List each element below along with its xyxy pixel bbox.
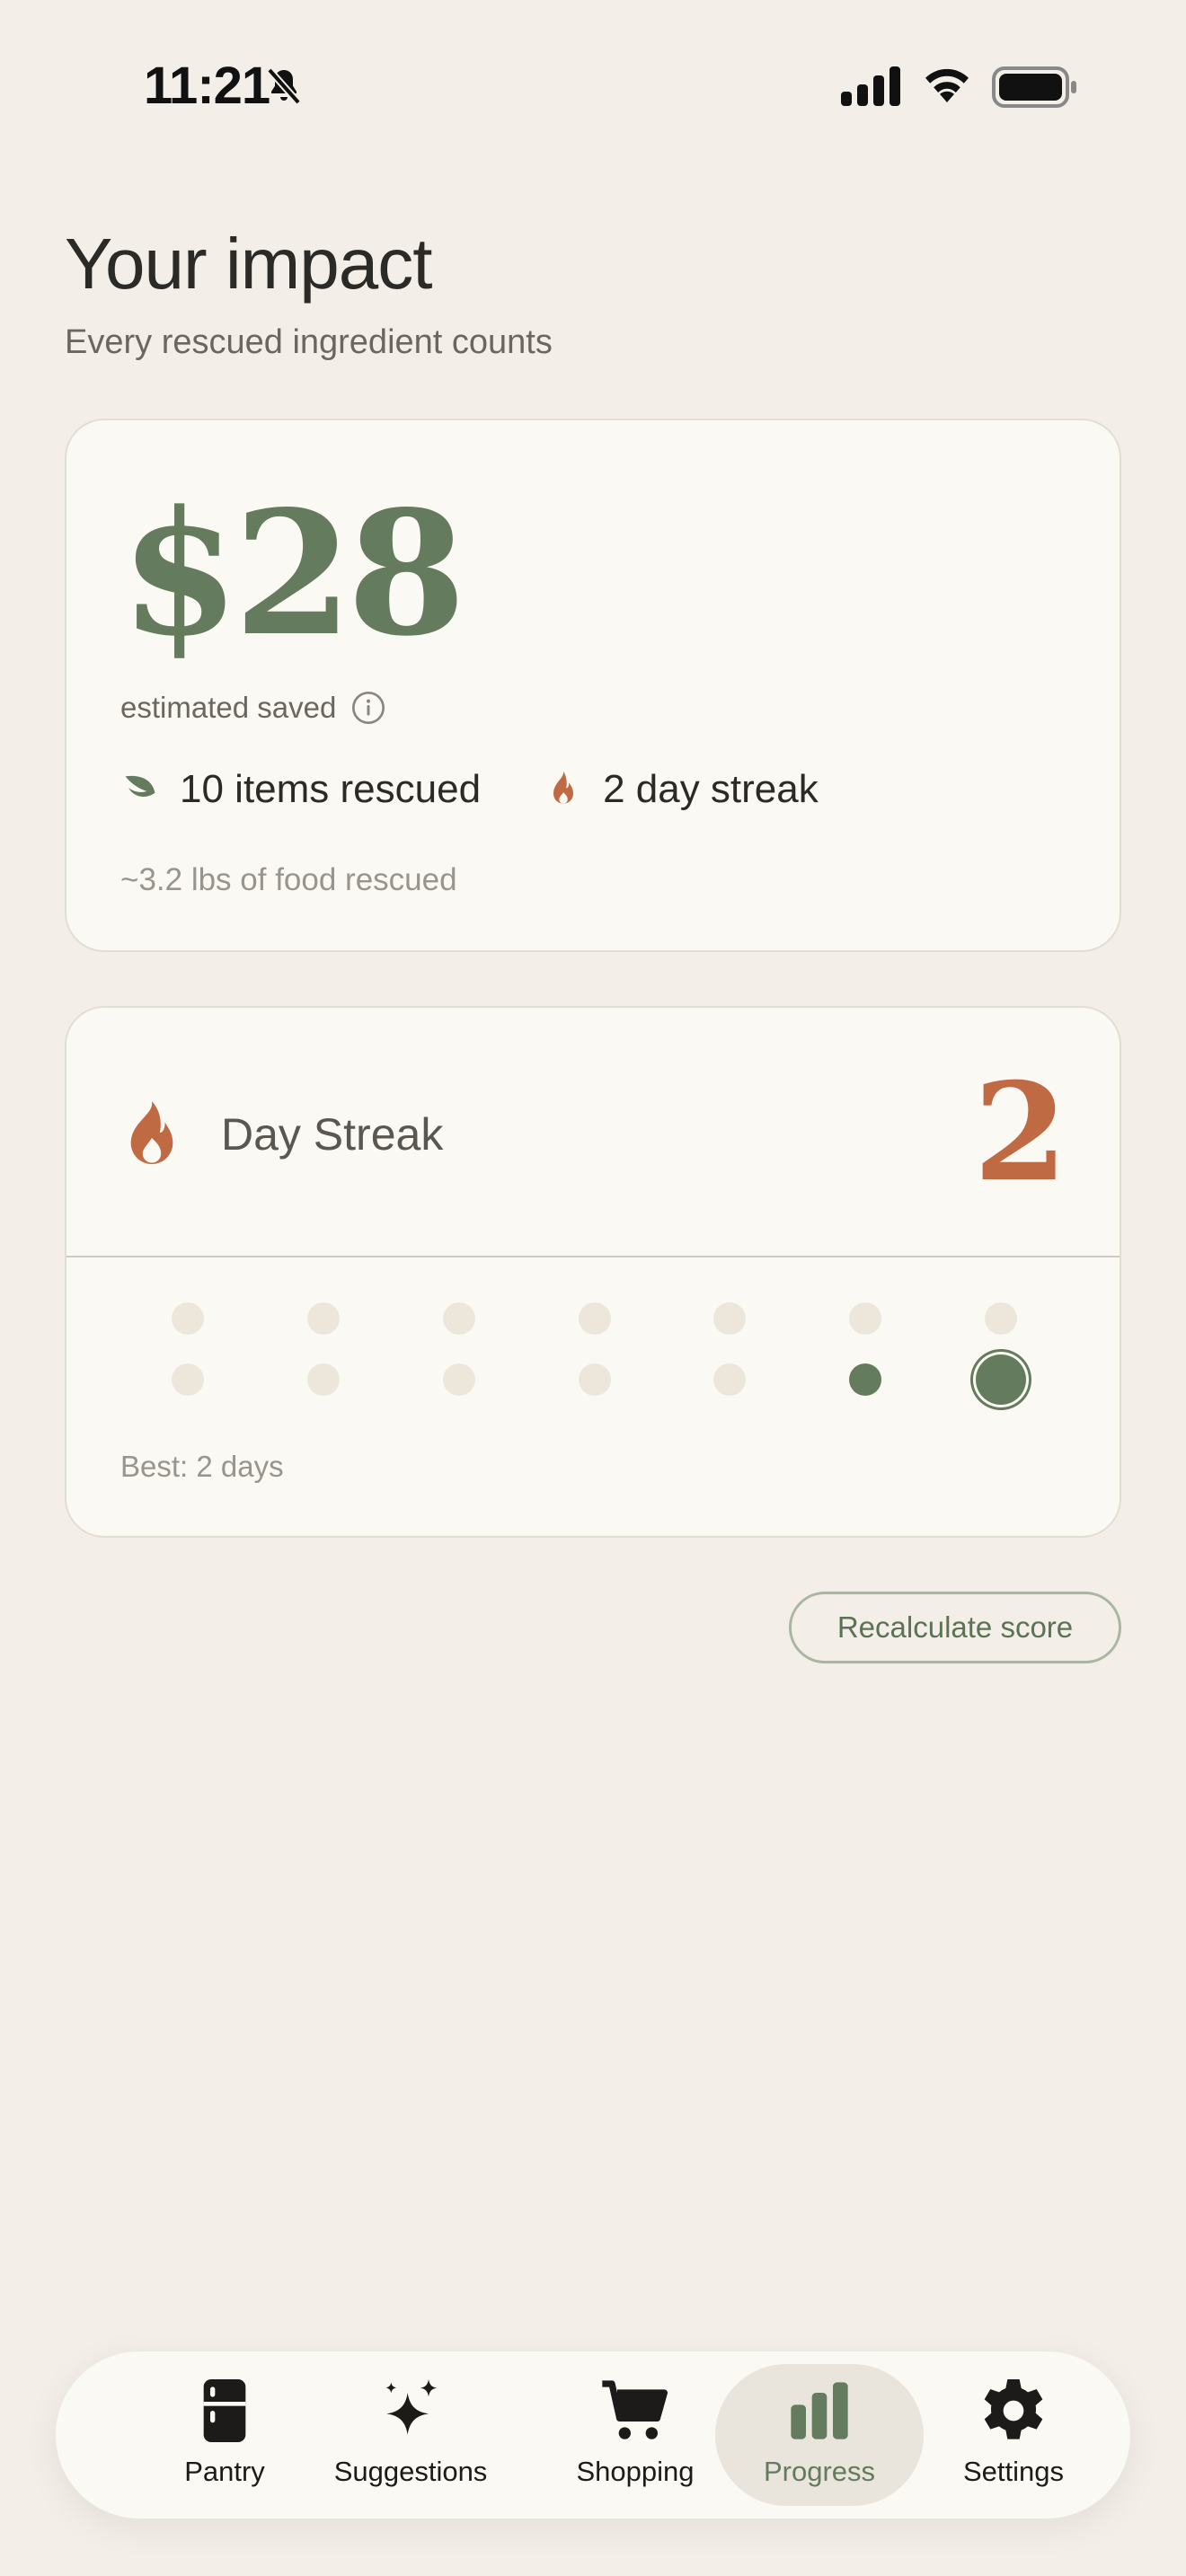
streak-day-dot <box>307 1302 340 1335</box>
impact-card: $28 estimated saved 10 items rescued 2 d… <box>65 419 1121 952</box>
cart-icon <box>602 2380 668 2439</box>
items-rescued-label: 10 items rescued <box>180 767 482 811</box>
saved-amount: $28 <box>120 473 466 674</box>
streak-day-dot <box>579 1302 611 1335</box>
streak-card: Day Streak 2 Best: 2 days <box>65 1006 1121 1538</box>
streak-day-dot <box>172 1302 204 1335</box>
streak-summary-label: 2 day streak <box>603 767 819 811</box>
status-bar: 11:21 <box>0 0 1186 171</box>
page-subtitle: Every rescued ingredient counts <box>65 323 553 361</box>
tab-label: Shopping <box>576 2456 695 2487</box>
streak-day-dot <box>443 1363 475 1396</box>
bell-muted-icon <box>267 67 301 105</box>
streak-day-dot <box>307 1363 340 1396</box>
signal-icon <box>841 66 900 106</box>
food-rescued-note: ~3.2 lbs of food rescued <box>120 862 457 897</box>
best-streak-label: Best: 2 days <box>120 1450 284 1483</box>
page-title: Your impact <box>65 224 432 304</box>
estimated-row: estimated saved <box>120 690 386 726</box>
streak-day-dot <box>985 1302 1017 1335</box>
tab-settings[interactable]: Settings <box>924 2351 1103 2519</box>
streak-day-dot <box>849 1302 881 1335</box>
streak-day-dot <box>713 1363 746 1396</box>
estimated-label: estimated saved <box>120 691 337 724</box>
sparkles-icon <box>385 2379 438 2435</box>
tab-label: Progress <box>763 2456 876 2487</box>
streak-day-today <box>976 1354 1026 1405</box>
streak-summary-stat: 2 day streak <box>544 767 819 812</box>
stats-row: 10 items rescued 2 day streak <box>120 767 881 812</box>
leaf-icon <box>125 775 155 798</box>
streak-day-dot <box>172 1363 204 1396</box>
streak-day-dot <box>849 1363 881 1396</box>
tab-shopping[interactable]: Shopping <box>523 2351 748 2519</box>
fridge-icon <box>203 2379 246 2442</box>
info-icon[interactable] <box>350 690 386 726</box>
streak-day-dot <box>443 1302 475 1335</box>
status-time: 11:21 <box>144 57 270 115</box>
wifi-icon <box>925 68 969 102</box>
gear-icon <box>984 2379 1043 2439</box>
impact-screen: 11:21 Your impact Every rescued ingredie… <box>0 0 1186 2576</box>
bar-chart-icon <box>791 2382 848 2439</box>
tab-label: Settings <box>962 2456 1064 2487</box>
tab-suggestions[interactable]: Suggestions <box>298 2351 523 2519</box>
tab-label: Pantry <box>184 2456 265 2487</box>
tab-progress[interactable]: Progress <box>715 2351 924 2519</box>
flame-icon <box>553 771 574 804</box>
battery-icon <box>992 66 1076 108</box>
streak-day-dot <box>579 1363 611 1396</box>
items-rescued-stat: 10 items rescued <box>120 767 481 812</box>
tab-pantry[interactable]: Pantry <box>135 2351 314 2519</box>
streak-day-dot <box>713 1302 746 1335</box>
tab-label: Suggestions <box>333 2456 488 2487</box>
tab-bar: Pantry Suggestions Shopping Progress Set… <box>56 2351 1130 2519</box>
recalculate-score-button[interactable]: Recalculate score <box>789 1592 1121 1663</box>
